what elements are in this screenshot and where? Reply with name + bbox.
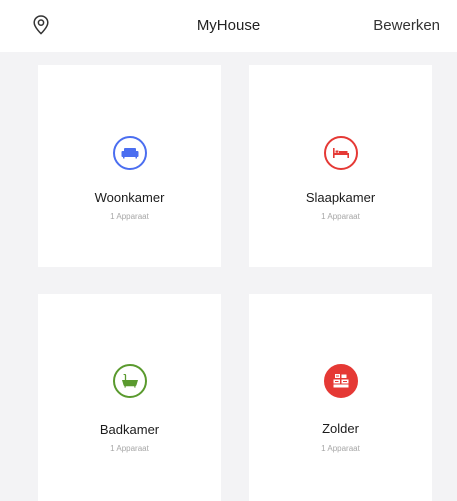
room-name: Slaapkamer xyxy=(305,190,376,205)
room-grid: Woonkamer 1 Apparaat Slaapkamer 1 Appara… xyxy=(0,52,457,501)
room-name: Woonkamer xyxy=(94,190,165,205)
room-card-woonkamer[interactable]: Woonkamer 1 Apparaat xyxy=(38,65,221,267)
bed-icon xyxy=(323,136,358,170)
room-name: Badkamer xyxy=(99,422,160,437)
room-card-badkamer[interactable]: Badkamer 1 Apparaat xyxy=(38,294,221,501)
device-count: 1 Apparaat xyxy=(321,212,360,221)
top-bar: MyHouse Bewerken xyxy=(0,0,457,52)
room-name: Zolder xyxy=(322,421,359,436)
location-pin-icon xyxy=(33,15,49,35)
device-count: 1 Apparaat xyxy=(110,444,149,453)
edit-button[interactable]: Bewerken xyxy=(373,0,440,52)
room-card-zolder[interactable]: Zolder 1 Apparaat xyxy=(249,294,432,501)
bathtub-icon xyxy=(112,364,147,398)
location-button[interactable] xyxy=(28,11,54,39)
device-count: 1 Apparaat xyxy=(110,212,149,221)
room-card-slaapkamer[interactable]: Slaapkamer 1 Apparaat xyxy=(249,65,432,267)
sofa-icon xyxy=(112,136,147,170)
device-count: 1 Apparaat xyxy=(321,444,360,453)
storage-boxes-icon xyxy=(323,364,358,398)
